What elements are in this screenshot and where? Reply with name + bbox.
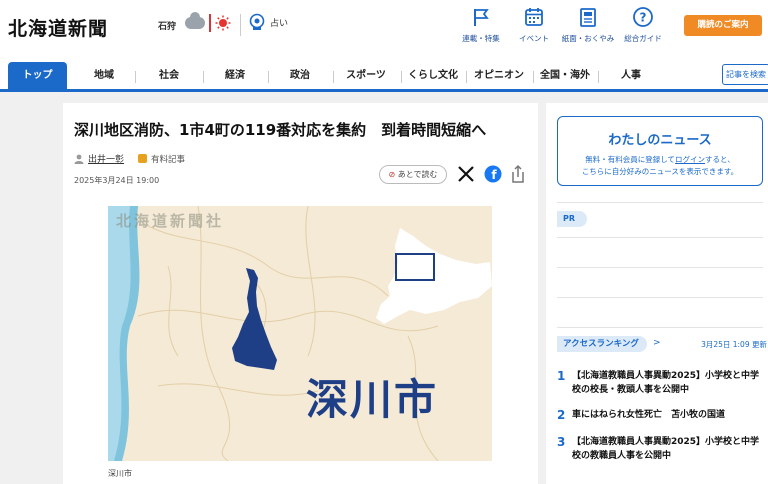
tab-opinion[interactable]: オピニオン — [468, 62, 530, 89]
newspaper-icon — [580, 8, 596, 27]
divider — [557, 267, 763, 268]
article-map-image[interactable]: 北海道新聞社 深川市 — [108, 206, 492, 461]
calendar-icon — [525, 8, 543, 26]
tab-separator — [135, 71, 136, 83]
tab-separator — [598, 71, 599, 83]
author-link[interactable]: 出井一彰 — [88, 152, 124, 165]
cloud-icon — [185, 12, 205, 29]
nav-events[interactable]: イベント — [504, 6, 564, 44]
read-later-label: あとで読む — [397, 170, 438, 179]
fortune-icon — [249, 13, 265, 30]
sun-icon — [215, 15, 231, 31]
tab-separator — [268, 71, 269, 83]
region-label[interactable]: 石狩 — [158, 19, 176, 32]
nav-guide-label: 総合ガイド — [624, 34, 662, 43]
rank-title: 車にはねられ女性死亡 苫小牧の国道 — [572, 410, 726, 420]
svg-text:f: f — [491, 168, 497, 182]
my-news-text-3: こちらに自分好みのニュースを表示できます。 — [581, 167, 739, 176]
tab-separator — [466, 71, 467, 83]
tab-personnel[interactable]: 人事 — [600, 62, 662, 89]
publish-date: 2025年3月24日 19:00 — [74, 176, 160, 185]
weather-divider — [209, 14, 211, 32]
ranking-title: アクセスランキング — [557, 336, 647, 352]
tab-national-world[interactable]: 全国・海外 — [535, 62, 595, 89]
svg-text:?: ? — [640, 11, 647, 25]
person-icon — [74, 154, 84, 164]
tab-top[interactable]: トップ — [8, 62, 67, 89]
subscribe-guide-button[interactable]: 購読のご案内 — [684, 15, 762, 36]
image-caption: 深川市 — [108, 469, 132, 478]
share-icon[interactable] — [510, 164, 526, 184]
site-header: 北海道新聞 石狩 占い 連載・特集 イベント 紙面・おくやみ ? 総合ガイド 購… — [0, 0, 768, 58]
clip-icon: ⊘ — [388, 170, 396, 179]
tab-society[interactable]: 社会 — [138, 62, 200, 89]
tab-politics[interactable]: 政治 — [270, 62, 330, 89]
chevron-right-icon: > — [653, 338, 661, 348]
article-search-button[interactable]: 記事を検索 — [722, 64, 768, 85]
tab-separator — [203, 71, 204, 83]
rank-title: 【北海道教職員人事異動2025】小学校と中学校の教職員人事を公開中 — [572, 437, 760, 461]
x-share-icon[interactable] — [457, 165, 475, 183]
lock-icon — [138, 154, 148, 163]
my-news-text-2: すると、 — [705, 155, 735, 164]
rank-title: 【北海道教職員人事異動2025】小学校と中学校の校長・教頭人事を公開中 — [572, 371, 760, 395]
divider — [557, 327, 763, 328]
nav-series-label: 連載・特集 — [462, 34, 500, 43]
divider — [557, 297, 763, 298]
category-nav: トップ 地域 社会 経済 政治 スポーツ くらし文化 オピニオン 全国・海外 人… — [0, 58, 768, 92]
ranking-updated-time: 3月25日 1:09 更新 — [701, 340, 767, 349]
help-icon: ? — [633, 7, 653, 27]
map-watermark: 北海道新聞社 — [116, 212, 225, 230]
tab-region[interactable]: 地域 — [75, 62, 133, 89]
rank-number: 2 — [557, 408, 566, 422]
article-card: 深川地区消防、1市4町の119番対応を集約 到着時間短縮へ 出井一彰 有料記事 … — [63, 103, 538, 484]
my-news-box[interactable]: わたしのニュース 無料・有料会員に登録してログインすると、 こちらに自分好みのニ… — [557, 116, 763, 186]
site-logo[interactable]: 北海道新聞 — [8, 14, 108, 41]
weather-widget[interactable] — [185, 12, 231, 32]
nav-paper-label: 紙面・おくやみ — [561, 34, 615, 43]
sidebar: わたしのニュース 無料・有料会員に登録してログインすると、 こちらに自分好みのニ… — [546, 103, 768, 484]
tab-life-culture[interactable]: くらし文化 — [403, 62, 463, 89]
divider — [557, 237, 763, 238]
nav-paper[interactable]: 紙面・おくやみ — [558, 6, 618, 44]
nav-events-label: イベント — [519, 34, 549, 43]
facebook-share-icon[interactable]: f — [484, 165, 502, 183]
nav-series[interactable]: 連載・特集 — [451, 6, 511, 44]
read-later-button[interactable]: ⊘ あとで読む — [379, 165, 447, 184]
flag-icon — [474, 9, 489, 26]
article-headline: 深川地区消防、1市4町の119番対応を集約 到着時間短縮へ — [74, 121, 487, 139]
my-news-text-1: 無料・有料会員に登録して — [585, 155, 676, 164]
tab-separator — [401, 71, 402, 83]
my-news-description: 無料・有料会員に登録してログインすると、 こちらに自分好みのニュースを表示できま… — [558, 154, 762, 178]
tab-sports[interactable]: スポーツ — [335, 62, 397, 89]
fortune-link[interactable]: 占い — [248, 13, 288, 31]
login-link[interactable]: ログイン — [675, 155, 705, 164]
map-city-label: 深川市 — [306, 375, 439, 424]
fortune-label: 占い — [270, 18, 289, 29]
author-row: 出井一彰 有料記事 — [74, 152, 185, 165]
nav-guide[interactable]: ? 総合ガイド — [613, 6, 673, 44]
divider — [557, 202, 763, 203]
rank-number: 1 — [557, 369, 566, 383]
pr-badge: PR — [557, 211, 587, 227]
tab-economy[interactable]: 経済 — [205, 62, 265, 89]
paid-badge: 有料記事 — [138, 153, 185, 165]
tab-separator — [533, 71, 534, 83]
rank-number: 3 — [557, 435, 566, 449]
paid-label: 有料記事 — [151, 154, 186, 165]
my-news-title: わたしのニュース — [608, 133, 712, 148]
header-divider — [240, 14, 241, 36]
tab-separator — [333, 71, 334, 83]
ranking-header[interactable]: アクセスランキング > 3月25日 1:09 更新 — [557, 336, 767, 352]
